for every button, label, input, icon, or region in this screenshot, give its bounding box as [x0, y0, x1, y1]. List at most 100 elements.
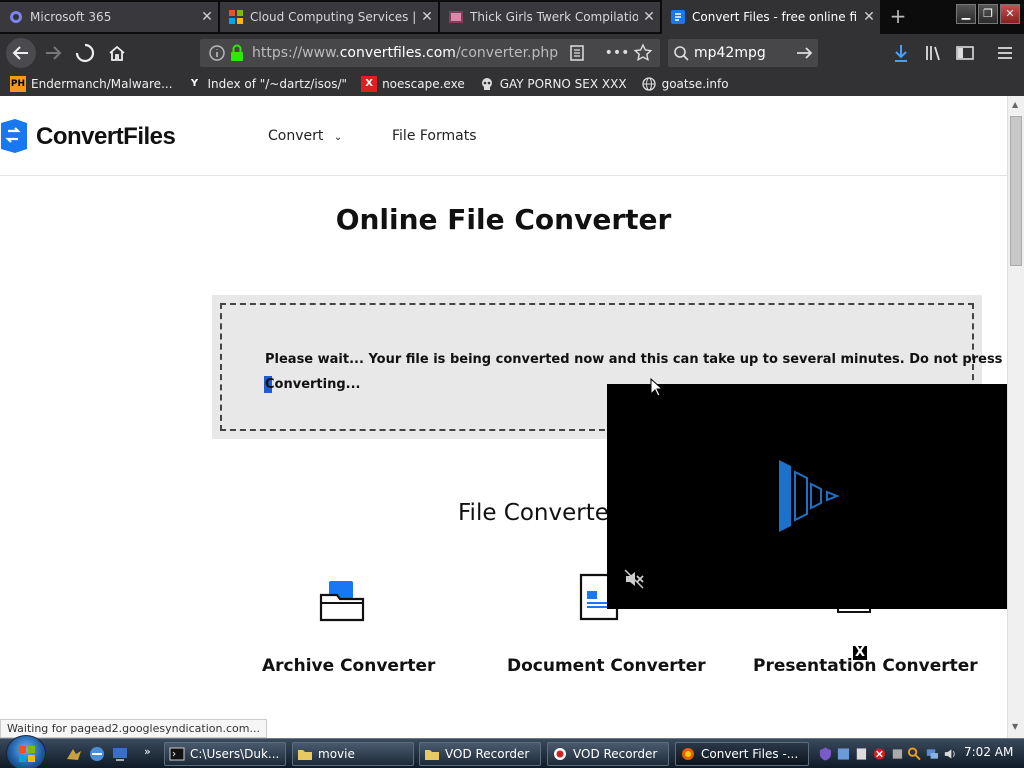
close-tab-icon[interactable]: ✕ — [638, 9, 660, 25]
search-input[interactable]: mp42mpg — [694, 45, 792, 61]
convertfiles-logo-icon[interactable] — [1, 119, 27, 153]
library-button[interactable] — [918, 38, 948, 68]
sidebar-icon — [956, 46, 974, 60]
task-vod-recorder-app[interactable]: VOD Recorder — [547, 742, 669, 766]
url-domain: convertfiles.com — [339, 45, 456, 61]
sidebar-button[interactable] — [950, 38, 980, 68]
page-actions-icon[interactable]: ••• — [602, 45, 632, 61]
video-ad-overlay[interactable] — [607, 384, 1007, 609]
quicklaunch-icon[interactable] — [110, 744, 130, 764]
close-tab-icon[interactable]: ✕ — [196, 9, 218, 25]
bookmark-endermanch[interactable]: PH Endermanch/Malware... — [10, 76, 173, 92]
tab-video[interactable]: Thick Girls Twerk Compilation ✕ — [440, 2, 660, 32]
forward-button[interactable] — [38, 38, 68, 68]
tab-title: Convert Files - free online file c — [692, 10, 858, 24]
page-scrollbar[interactable]: ▲ ▼ — [1007, 96, 1024, 738]
tab-convertfiles[interactable]: Convert Files - free online file c ✕ — [662, 0, 880, 34]
stop-loading-button[interactable] — [70, 38, 100, 68]
bookmark-label: noescape.exe — [382, 77, 465, 91]
task-firefox[interactable]: Convert Files -... — [675, 742, 809, 766]
bookmark-gay-porno[interactable]: GAY PORNO SEX XXX — [479, 76, 627, 92]
new-tab-button[interactable]: + — [884, 4, 912, 30]
x-icon: X — [361, 76, 378, 92]
close-tab-icon[interactable]: ✕ — [416, 9, 438, 25]
tray-network-icon[interactable] — [925, 746, 940, 762]
search-go-arrow-icon[interactable] — [792, 42, 818, 64]
nav-file-formats[interactable]: File Formats — [392, 128, 477, 144]
task-label: C:\Users\Duk... — [190, 747, 280, 761]
scroll-down-icon[interactable]: ▼ — [1012, 722, 1018, 731]
tray-app-icon[interactable] — [836, 746, 851, 762]
downloads-button[interactable] — [886, 38, 916, 68]
task-movie[interactable]: movie — [292, 742, 414, 766]
reader-view-icon[interactable] — [566, 42, 588, 64]
wait-message: Please wait... Your file is being conver… — [265, 352, 1007, 367]
video-site-icon — [449, 11, 463, 23]
minimize-button[interactable]: ▁ — [956, 4, 976, 24]
tray-search-icon[interactable] — [907, 746, 922, 762]
record-icon — [554, 748, 566, 760]
info-icon — [209, 45, 225, 61]
task-label: movie — [318, 747, 355, 761]
system-tray — [818, 744, 958, 764]
converting-label: Converting... — [265, 377, 361, 392]
forward-arrow-icon — [46, 46, 62, 60]
home-icon — [109, 45, 125, 61]
loading-spinner-icon — [75, 43, 95, 63]
nav-convert[interactable]: Convert ⌄ — [268, 128, 342, 144]
tray-app-icon[interactable] — [854, 746, 869, 762]
close-ad-button[interactable]: X — [853, 646, 867, 660]
navigation-bar: https://www. convertfiles.com/converter.p… — [0, 34, 1024, 72]
globe-icon — [641, 77, 656, 91]
tray-volume-icon[interactable] — [943, 746, 958, 762]
tab-cloud-computing[interactable]: Cloud Computing Services | M ✕ — [220, 2, 438, 32]
bookmark-label: Endermanch/Malware... — [31, 77, 173, 91]
tray-puzzle-icon[interactable] — [890, 746, 905, 762]
mouse-cursor-icon — [650, 378, 664, 397]
quicklaunch-overflow-icon[interactable]: » — [144, 745, 151, 758]
skull-icon — [481, 78, 492, 90]
ph-icon: PH — [10, 76, 26, 92]
bookmark-label: Index of "/~dartz/isos/" — [207, 77, 348, 91]
video-player-logo-icon — [779, 460, 840, 532]
microsoft-365-icon — [10, 11, 22, 23]
task-cmd[interactable]: C:\Users\Duk... — [164, 742, 286, 766]
url-prefix: https://www. — [252, 45, 340, 61]
bookmark-star-icon[interactable] — [632, 42, 654, 64]
muted-speaker-icon[interactable] — [623, 568, 645, 590]
nav-convert-label: Convert — [268, 128, 324, 144]
windows-logo-icon — [229, 10, 243, 24]
quicklaunch-icon[interactable] — [64, 744, 84, 764]
start-button[interactable] — [6, 735, 46, 768]
tab-title: Microsoft 365 — [30, 10, 112, 24]
quicklaunch-icon[interactable] — [87, 744, 107, 764]
scroll-up-icon[interactable]: ▲ — [1012, 100, 1018, 109]
back-arrow-icon — [12, 46, 28, 60]
back-button[interactable] — [6, 38, 36, 68]
file-converter-heading: File Converter — [458, 500, 619, 526]
scrollbar-thumb[interactable] — [1010, 116, 1022, 266]
search-bar[interactable]: mp42mpg — [668, 39, 818, 67]
document-converter-link[interactable]: Document Converter — [507, 656, 706, 676]
bookmark-index-dartz[interactable]: Y Index of "/~dartz/isos/" — [187, 76, 348, 92]
clock[interactable]: 7:02 AM — [964, 745, 1013, 759]
url-bar[interactable]: https://www. convertfiles.com/converter.p… — [200, 39, 660, 67]
tray-blocked-icon[interactable] — [872, 746, 887, 762]
bookmark-goatse[interactable]: goatse.info — [641, 76, 729, 92]
convertfiles-icon — [671, 10, 685, 24]
page-title: Online File Converter — [335, 203, 672, 236]
bookmarks-toolbar: PH Endermanch/Malware... Y Index of "/~d… — [0, 72, 1024, 96]
restore-button[interactable]: ❐ — [978, 4, 998, 24]
close-tab-icon[interactable]: ✕ — [858, 9, 880, 25]
tab-microsoft-365[interactable]: Microsoft 365 ✕ — [0, 2, 218, 32]
home-button[interactable] — [102, 38, 132, 68]
archive-box-icon[interactable] — [318, 578, 366, 626]
task-vod-recorder-folder[interactable]: VOD Recorder — [419, 742, 541, 766]
menu-button[interactable] — [990, 38, 1020, 68]
tray-shield-icon[interactable] — [818, 746, 833, 762]
archive-converter-link[interactable]: Archive Converter — [262, 656, 435, 676]
close-window-button[interactable]: ✕ — [1000, 4, 1020, 24]
bookmark-noescape[interactable]: X noescape.exe — [361, 76, 465, 92]
logo-text[interactable]: ConvertFiles — [36, 123, 176, 151]
terminal-icon — [169, 747, 185, 761]
